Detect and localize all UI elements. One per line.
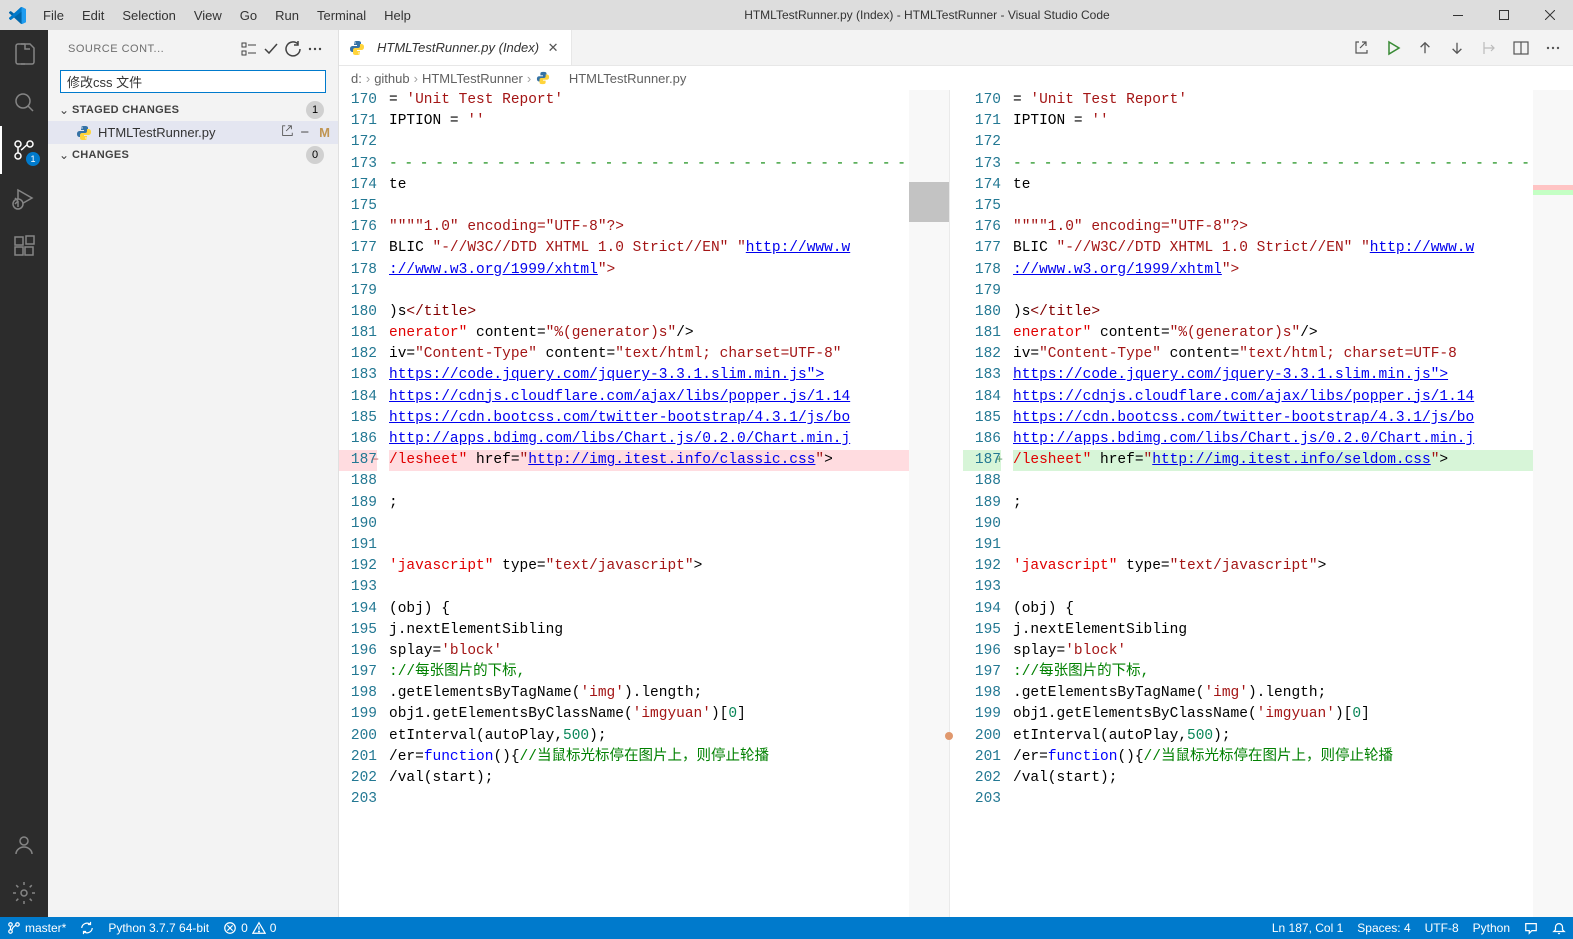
staged-section: ⌄ STAGED CHANGES 1 HTMLTestRunner.py − M (48, 99, 338, 144)
diff-editor[interactable]: 1701711721731741751761771781791801811821… (339, 90, 1573, 917)
editor-region: HTMLTestRunner.py (Index) ✕ d: › github … (339, 30, 1573, 917)
changes-section: ⌄ CHANGES 0 (48, 144, 338, 166)
chevron-right-icon: › (527, 71, 531, 86)
line-numbers-left: 1701711721731741751761771781791801811821… (339, 90, 389, 917)
open-file-icon[interactable] (280, 124, 294, 141)
next-change-icon[interactable] (1445, 36, 1469, 60)
activity-search[interactable] (0, 78, 48, 126)
chevron-right-icon: › (366, 71, 370, 86)
status-bell[interactable] (1545, 917, 1573, 939)
close-icon[interactable]: ✕ (545, 40, 561, 56)
changes-count: 0 (306, 146, 324, 164)
refresh-icon[interactable] (282, 38, 304, 60)
status-python[interactable]: Python 3.7.7 64-bit (101, 917, 216, 939)
scm-badge: 1 (26, 152, 40, 166)
python-icon (76, 125, 92, 141)
more-icon[interactable] (304, 38, 326, 60)
file-actions: − M (280, 124, 330, 141)
crumb-github[interactable]: github (374, 71, 409, 86)
maximize-button[interactable] (1481, 0, 1527, 30)
crumb-d[interactable]: d: (351, 71, 362, 86)
staged-file[interactable]: HTMLTestRunner.py − M (48, 121, 338, 144)
vscode-logo-icon (0, 7, 35, 24)
window-controls (1435, 0, 1573, 30)
staged-file-name: HTMLTestRunner.py (98, 125, 280, 140)
menu-selection[interactable]: Selection (114, 4, 183, 27)
menu-bar: File Edit Selection View Go Run Terminal… (35, 4, 419, 27)
chevron-right-icon: › (414, 71, 418, 86)
view-tree-icon[interactable] (238, 38, 260, 60)
minimap-right[interactable] (1533, 90, 1573, 917)
staged-header[interactable]: ⌄ STAGED CHANGES 1 (48, 99, 338, 121)
menu-help[interactable]: Help (376, 4, 419, 27)
diff-pane-left[interactable]: 1701711721731741751761771781791801811821… (339, 90, 949, 917)
menu-view[interactable]: View (186, 4, 230, 27)
chevron-down-icon: ⌄ (56, 148, 72, 162)
editor-actions (1349, 30, 1573, 65)
activity-settings[interactable] (0, 869, 48, 917)
activity-explorer[interactable] (0, 30, 48, 78)
file-status: M (319, 125, 330, 140)
unstage-icon[interactable]: − (300, 124, 309, 141)
sidebar: SOURCE CONT... ⌄ STAGED CHANGES 1 HTMLTe… (48, 30, 339, 917)
changes-title: CHANGES (72, 149, 306, 161)
commit-message-input[interactable] (60, 70, 326, 93)
crumb-file[interactable]: HTMLTestRunner.py (535, 70, 686, 86)
diff-pane-right[interactable]: 1701711721731741751761771781791801811821… (963, 90, 1573, 917)
chevron-down-icon: ⌄ (56, 103, 72, 117)
close-button[interactable] (1527, 0, 1573, 30)
sidebar-title: SOURCE CONT... (68, 43, 238, 55)
activity-scm[interactable]: 1 (0, 126, 48, 174)
split-icon[interactable] (1509, 36, 1533, 60)
prev-change-icon[interactable] (1413, 36, 1437, 60)
line-numbers-right: 1701711721731741751761771781791801811821… (963, 90, 1013, 917)
activity-accounts[interactable] (0, 821, 48, 869)
tabs: HTMLTestRunner.py (Index) ✕ (339, 30, 1573, 66)
code-left[interactable]: = 'Unit Test Report'IPTION = ''- - - - -… (389, 90, 909, 917)
run-icon[interactable] (1381, 36, 1405, 60)
status-branch[interactable]: master* (0, 917, 73, 939)
status-feedback[interactable] (1517, 917, 1545, 939)
status-encoding[interactable]: UTF-8 (1418, 917, 1466, 939)
minimize-button[interactable] (1435, 0, 1481, 30)
staged-title: STAGED CHANGES (72, 104, 306, 116)
breadcrumb[interactable]: d: › github › HTMLTestRunner › HTMLTestR… (339, 66, 1573, 90)
status-spaces[interactable]: Spaces: 4 (1350, 917, 1417, 939)
tab-label: HTMLTestRunner.py (Index) (377, 40, 539, 55)
status-lang[interactable]: Python (1466, 917, 1517, 939)
tab-active[interactable]: HTMLTestRunner.py (Index) ✕ (339, 30, 572, 65)
activity-extensions[interactable] (0, 222, 48, 270)
activity-bar: 1 (0, 30, 48, 917)
python-icon (535, 70, 551, 86)
status-lncol[interactable]: Ln 187, Col 1 (1265, 917, 1350, 939)
minimap-left[interactable] (909, 90, 949, 917)
python-icon (349, 40, 365, 56)
window-title: HTMLTestRunner.py (Index) - HTMLTestRunn… (419, 8, 1435, 22)
activity-debug[interactable] (0, 174, 48, 222)
whitespace-icon[interactable] (1477, 36, 1501, 60)
sidebar-header: SOURCE CONT... (48, 30, 338, 64)
crumb-folder[interactable]: HTMLTestRunner (422, 71, 523, 86)
menu-run[interactable]: Run (267, 4, 307, 27)
open-changes-icon[interactable] (1349, 36, 1373, 60)
changes-header[interactable]: ⌄ CHANGES 0 (48, 144, 338, 166)
menu-file[interactable]: File (35, 4, 72, 27)
title-bar: File Edit Selection View Go Run Terminal… (0, 0, 1573, 30)
more-icon[interactable] (1541, 36, 1565, 60)
menu-go[interactable]: Go (232, 4, 265, 27)
menu-edit[interactable]: Edit (74, 4, 112, 27)
status-sync[interactable] (73, 917, 101, 939)
overview-ruler (949, 90, 963, 917)
staged-count: 1 (306, 101, 324, 119)
status-bar: master* Python 3.7.7 64-bit 0 0 Ln 187, … (0, 917, 1573, 939)
menu-terminal[interactable]: Terminal (309, 4, 374, 27)
code-right[interactable]: = 'Unit Test Report'IPTION = ''- - - - -… (1013, 90, 1533, 917)
commit-icon[interactable] (260, 38, 282, 60)
status-problems[interactable]: 0 0 (216, 917, 283, 939)
